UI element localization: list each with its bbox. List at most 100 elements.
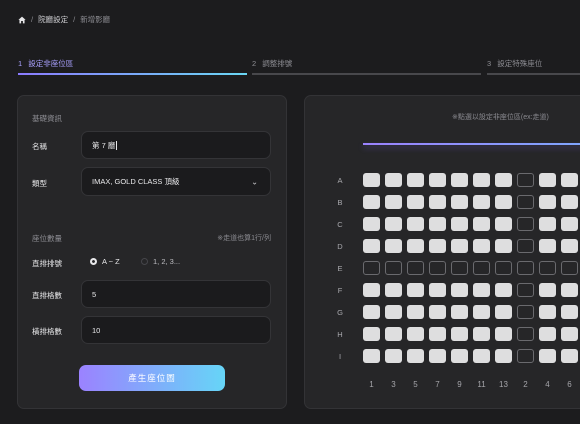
seat-cell[interactable] (539, 327, 556, 341)
seat-cell[interactable] (473, 239, 490, 253)
seat-cell[interactable] (451, 283, 468, 297)
aisle-cell[interactable] (495, 261, 512, 275)
seat-cell[interactable] (539, 217, 556, 231)
type-select[interactable]: IMAX, GOLD CLASS 頂級 ⌄ (81, 167, 271, 196)
seat-cell[interactable] (451, 349, 468, 363)
seat-cell[interactable] (363, 283, 380, 297)
seat-cell[interactable] (539, 283, 556, 297)
seat-cell[interactable] (473, 217, 490, 231)
generate-seat-map-button[interactable]: 產生座位圖 (79, 365, 225, 391)
seat-cell[interactable] (429, 327, 446, 341)
seat-cell[interactable] (495, 173, 512, 187)
aisle-cell[interactable] (451, 261, 468, 275)
seat-cell[interactable] (429, 349, 446, 363)
aisle-cell[interactable] (561, 261, 578, 275)
seat-cell[interactable] (495, 283, 512, 297)
seat-cell[interactable] (385, 327, 402, 341)
seat-cell[interactable] (363, 239, 380, 253)
seat-cell[interactable] (561, 217, 578, 231)
seat-cell[interactable] (451, 217, 468, 231)
aisle-cell[interactable] (473, 261, 490, 275)
aisle-cell[interactable] (517, 327, 534, 341)
seat-cell[interactable] (363, 195, 380, 209)
seat-cell[interactable] (385, 195, 402, 209)
seat-cell[interactable] (407, 305, 424, 319)
seat-cell[interactable] (495, 305, 512, 319)
aisle-cell[interactable] (429, 261, 446, 275)
cols-count-input[interactable]: 10 (81, 316, 271, 344)
seat-cell[interactable] (407, 217, 424, 231)
seat-cell[interactable] (429, 173, 446, 187)
seat-cell[interactable] (561, 239, 578, 253)
aisle-cell[interactable] (363, 261, 380, 275)
seat-cell[interactable] (429, 283, 446, 297)
seat-cell[interactable] (539, 239, 556, 253)
radio-az[interactable]: A ~ Z (90, 257, 120, 266)
step-1[interactable]: 1 設定非座位區 (18, 58, 73, 69)
seat-cell[interactable] (495, 239, 512, 253)
seat-cell[interactable] (561, 195, 578, 209)
seat-cell[interactable] (429, 305, 446, 319)
step-3[interactable]: 3 設定特殊座位 (487, 58, 542, 69)
seat-cell[interactable] (495, 195, 512, 209)
seat-cell[interactable] (495, 349, 512, 363)
seat-cell[interactable] (473, 327, 490, 341)
seat-cell[interactable] (473, 305, 490, 319)
seat-cell[interactable] (473, 195, 490, 209)
seat-cell[interactable] (429, 195, 446, 209)
seat-cell[interactable] (363, 305, 380, 319)
breadcrumb-item-halls[interactable]: 院廳設定 (38, 14, 68, 25)
home-icon[interactable] (18, 16, 26, 24)
seat-cell[interactable] (363, 349, 380, 363)
seat-cell[interactable] (385, 217, 402, 231)
seat-cell[interactable] (451, 173, 468, 187)
seat-cell[interactable] (407, 327, 424, 341)
seat-cell[interactable] (561, 349, 578, 363)
aisle-cell[interactable] (517, 173, 534, 187)
seat-cell[interactable] (429, 239, 446, 253)
radio-numeric[interactable]: 1, 2, 3... (141, 257, 180, 266)
seat-cell[interactable] (495, 217, 512, 231)
seat-cell[interactable] (385, 239, 402, 253)
aisle-cell[interactable] (517, 283, 534, 297)
seat-cell[interactable] (363, 217, 380, 231)
seat-cell[interactable] (451, 195, 468, 209)
seat-cell[interactable] (561, 305, 578, 319)
seat-cell[interactable] (407, 349, 424, 363)
aisle-cell[interactable] (385, 261, 402, 275)
seat-cell[interactable] (385, 349, 402, 363)
seat-cell[interactable] (539, 173, 556, 187)
aisle-cell[interactable] (517, 195, 534, 209)
aisle-cell[interactable] (517, 349, 534, 363)
aisle-cell[interactable] (517, 239, 534, 253)
seat-cell[interactable] (385, 173, 402, 187)
seat-cell[interactable] (473, 173, 490, 187)
seat-cell[interactable] (451, 239, 468, 253)
seat-cell[interactable] (539, 305, 556, 319)
seat-cell[interactable] (473, 283, 490, 297)
aisle-cell[interactable] (517, 305, 534, 319)
aisle-cell[interactable] (407, 261, 424, 275)
seat-cell[interactable] (385, 283, 402, 297)
seat-cell[interactable] (363, 173, 380, 187)
seat-cell[interactable] (539, 195, 556, 209)
aisle-cell[interactable] (539, 261, 556, 275)
step-2[interactable]: 2 調整排號 (252, 58, 292, 69)
aisle-cell[interactable] (517, 261, 534, 275)
name-input[interactable]: 第 7 廳 (81, 131, 271, 159)
seat-cell[interactable] (561, 283, 578, 297)
rows-count-input[interactable]: 5 (81, 280, 271, 308)
seat-cell[interactable] (429, 217, 446, 231)
seat-cell[interactable] (385, 305, 402, 319)
aisle-cell[interactable] (517, 217, 534, 231)
seat-cell[interactable] (451, 305, 468, 319)
seat-cell[interactable] (539, 349, 556, 363)
seat-cell[interactable] (407, 173, 424, 187)
seat-cell[interactable] (495, 327, 512, 341)
seat-cell[interactable] (561, 327, 578, 341)
seat-cell[interactable] (407, 283, 424, 297)
seat-cell[interactable] (363, 327, 380, 341)
seat-cell[interactable] (473, 349, 490, 363)
seat-cell[interactable] (451, 327, 468, 341)
seat-cell[interactable] (407, 239, 424, 253)
